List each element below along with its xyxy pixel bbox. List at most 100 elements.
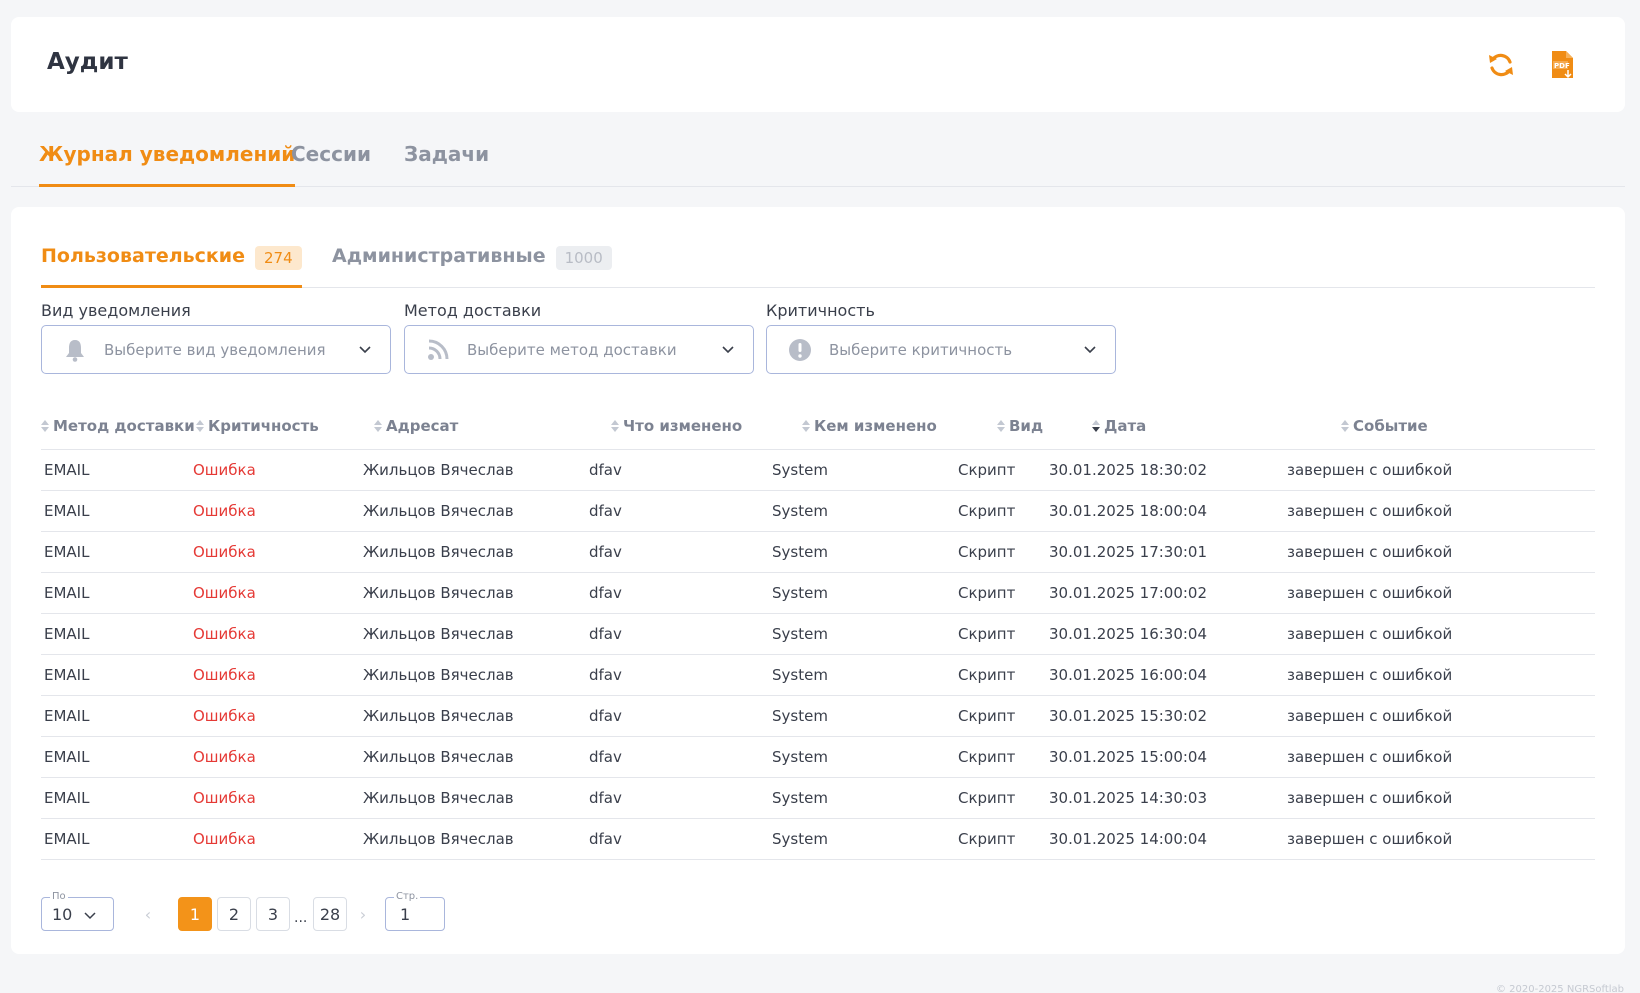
next-page-button[interactable]: › [353, 897, 373, 931]
cell-recipient: Жильцов Вячеслав [363, 461, 514, 479]
page-header: Аудит PDF [11, 17, 1625, 112]
filter-label: Метод доставки [404, 301, 542, 320]
cell-event: завершен с ошибкой [1287, 707, 1453, 725]
tab-user-notifications[interactable]: Пользовательские 274 [41, 245, 302, 288]
cell-changed-by: System [772, 502, 828, 520]
cell-changed-by: System [772, 830, 828, 848]
cell-event: завершен с ошибкой [1287, 625, 1453, 643]
table-row[interactable]: EMAIL Ошибка Жильцов Вячеслав dfav System Скр… [41, 532, 1595, 573]
cell-date: 30.01.2025 14:30:03 [1049, 789, 1208, 807]
column-header-label: Что изменено [623, 417, 743, 435]
table-row[interactable]: EMAIL Ошибка Жильцов Вячеслав dfav System Скр… [41, 491, 1595, 532]
cell-event: завершен с ошибкой [1287, 543, 1453, 561]
page-title: Аудит [47, 49, 128, 75]
column-header[interactable]: Событие [1341, 402, 1428, 450]
cell-type: Скрипт [958, 543, 1016, 561]
table-row[interactable]: EMAIL Ошибка Жильцов Вячеслав dfav System Скр… [41, 778, 1595, 819]
filter-placeholder: Выберите критичность [829, 340, 1013, 359]
table-row[interactable]: EMAIL Ошибка Жильцов Вячеслав dfav System Скр… [41, 655, 1595, 696]
tab-notification-log[interactable]: Журнал уведомлений [39, 142, 296, 187]
tab-admin-label: Административные [332, 245, 546, 267]
cell-changed-what: dfav [589, 461, 622, 479]
table-row[interactable]: EMAIL Ошибка Жильцов Вячеслав dfav System Скр… [41, 450, 1595, 491]
sort-icon [41, 420, 49, 432]
sort-icon [611, 420, 619, 432]
cell-changed-what: dfav [589, 789, 622, 807]
cell-recipient: Жильцов Вячеслав [363, 584, 514, 602]
delivery-method-select[interactable]: Выберите метод доставки [404, 325, 754, 374]
cell-delivery-method: EMAIL [44, 461, 90, 479]
cell-changed-what: dfav [589, 666, 622, 684]
cell-changed-what: dfav [589, 584, 622, 602]
cell-changed-by: System [772, 461, 828, 479]
rss-icon [425, 337, 451, 363]
cell-delivery-method: EMAIL [44, 502, 90, 520]
cell-changed-by: System [772, 543, 828, 561]
page-button-1[interactable]: 1 [178, 897, 212, 931]
cell-recipient: Жильцов Вячеслав [363, 830, 514, 848]
goto-page-value: 1 [400, 904, 411, 924]
column-header[interactable]: Вид [997, 402, 1043, 450]
column-header[interactable]: Критичность [196, 402, 319, 450]
cell-criticality: Ошибка [193, 666, 256, 684]
cell-criticality: Ошибка [193, 461, 256, 479]
page-button-last[interactable]: 28 [313, 897, 347, 931]
cell-delivery-method: EMAIL [44, 707, 90, 725]
content-card: Пользовательские 274 Административные 10… [11, 207, 1625, 954]
cell-criticality: Ошибка [193, 502, 256, 520]
svg-text:PDF: PDF [1554, 62, 1570, 70]
cell-recipient: Жильцов Вячеслав [363, 789, 514, 807]
cell-changed-what: dfav [589, 625, 622, 643]
pdf-export-icon: PDF [1552, 51, 1573, 79]
cell-delivery-method: EMAIL [44, 584, 90, 602]
tab-tasks[interactable]: Задачи [404, 142, 489, 187]
page-button-3[interactable]: 3 [256, 897, 290, 931]
cell-date: 30.01.2025 15:00:04 [1049, 748, 1208, 766]
refresh-icon [1489, 53, 1513, 77]
cell-changed-what: dfav [589, 502, 622, 520]
page-button-2[interactable]: 2 [217, 897, 251, 931]
sort-icon [196, 420, 204, 432]
cell-recipient: Жильцов Вячеслав [363, 543, 514, 561]
cell-date: 30.01.2025 18:00:04 [1049, 502, 1208, 520]
column-header[interactable]: Адресат [374, 402, 458, 450]
table-row[interactable]: EMAIL Ошибка Жильцов Вячеслав dfav System Скр… [41, 819, 1595, 860]
cell-changed-by: System [772, 625, 828, 643]
column-header-label: Критичность [208, 417, 319, 435]
cell-criticality: Ошибка [193, 584, 256, 602]
cell-date: 30.01.2025 17:00:02 [1049, 584, 1208, 602]
goto-page-input[interactable]: Стр. 1 [385, 891, 445, 931]
filter-label: Критичность [766, 301, 875, 320]
chevron-down-icon [1083, 340, 1097, 359]
column-header[interactable]: Кем изменено [802, 402, 937, 450]
notification-type-select[interactable]: Выберите вид уведомления [41, 325, 391, 374]
filter-delivery-method: Метод доставки Выберите метод доставки [404, 301, 754, 374]
cell-type: Скрипт [958, 830, 1016, 848]
tab-sessions[interactable]: Сессии [291, 142, 371, 187]
tab-admin-notifications[interactable]: Административные 1000 [332, 245, 612, 288]
column-header-label: Дата [1104, 417, 1147, 435]
main-tabs: Журнал уведомлений Сессии Задачи [11, 128, 1625, 187]
cell-changed-by: System [772, 707, 828, 725]
cell-delivery-method: EMAIL [44, 748, 90, 766]
cell-changed-what: dfav [589, 707, 622, 725]
cell-type: Скрипт [958, 625, 1016, 643]
per-page-value: 10 [52, 904, 73, 924]
table-row[interactable]: EMAIL Ошибка Жильцов Вячеслав dfav System Скр… [41, 614, 1595, 655]
table-row[interactable]: EMAIL Ошибка Жильцов Вячеслав dfav System Скр… [41, 737, 1595, 778]
table-row[interactable]: EMAIL Ошибка Жильцов Вячеслав dfav System Скр… [41, 696, 1595, 737]
cell-delivery-method: EMAIL [44, 789, 90, 807]
column-header[interactable]: Метод доставки [41, 402, 195, 450]
table-body: EMAIL Ошибка Жильцов Вячеслав dfav System Скр… [41, 450, 1595, 860]
criticality-select[interactable]: Выберите критичность [766, 325, 1116, 374]
pdf-export-button[interactable]: PDF [1545, 47, 1581, 83]
cell-criticality: Ошибка [193, 707, 256, 725]
column-header[interactable]: Что изменено [611, 402, 742, 450]
table-row[interactable]: EMAIL Ошибка Жильцов Вячеслав dfav System Скр… [41, 573, 1595, 614]
refresh-button[interactable] [1483, 47, 1519, 83]
prev-page-button[interactable]: ‹ [138, 897, 158, 931]
column-header[interactable]: Дата [1092, 402, 1146, 450]
cell-date: 30.01.2025 15:30:02 [1049, 707, 1208, 725]
per-page-select[interactable]: По 10 [41, 891, 114, 931]
cell-event: завершен с ошибкой [1287, 748, 1453, 766]
